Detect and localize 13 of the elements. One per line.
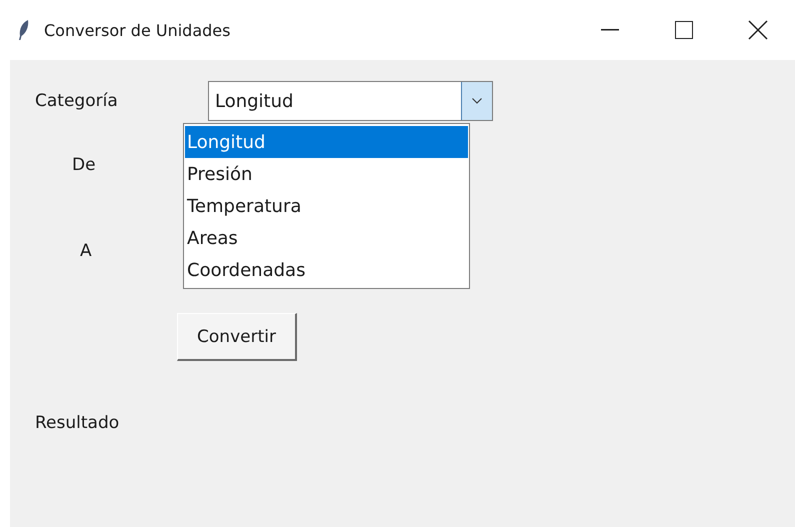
feather-icon: [18, 19, 30, 41]
result-label: Resultado: [34, 413, 120, 433]
convert-button[interactable]: Convertir: [177, 313, 297, 361]
chevron-down-icon: [472, 98, 482, 104]
to-label: A: [79, 241, 93, 261]
dropdown-option[interactable]: Longitud: [185, 126, 468, 158]
maximize-icon[interactable]: [675, 21, 693, 39]
window-title: Conversor de Unidades: [44, 20, 232, 40]
category-dropdown[interactable]: Longitud: [208, 81, 493, 121]
minimize-icon[interactable]: [601, 29, 619, 31]
category-label: Categoría: [34, 91, 119, 111]
close-icon[interactable]: [748, 20, 768, 40]
from-label: De: [71, 155, 97, 175]
